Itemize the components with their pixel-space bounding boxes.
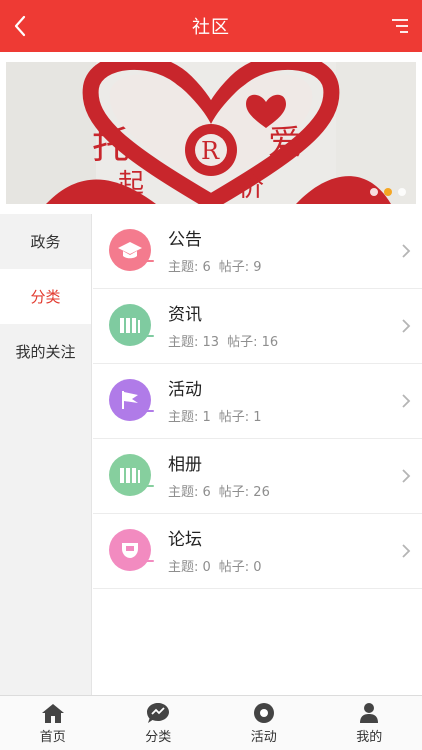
- carousel-dot[interactable]: [370, 188, 378, 196]
- bottom-tab-bar: 首页 分类 活动 我的: [0, 695, 422, 750]
- sidebar-item-fenlei[interactable]: 分类: [0, 269, 91, 324]
- tab-label: 首页: [39, 729, 66, 745]
- header-bar: 社区: [0, 0, 422, 52]
- banner-image[interactable]: R 托 爱 起 价: [6, 62, 416, 204]
- menu-icon: [392, 19, 408, 33]
- tab-home[interactable]: 首页: [0, 696, 106, 750]
- category-stats: 主题: 1 帖子: 1: [168, 410, 262, 425]
- cup-icon: [122, 543, 138, 558]
- tab-activity[interactable]: 活动: [211, 696, 317, 750]
- category-icon: [109, 229, 155, 275]
- tab-label: 分类: [145, 729, 172, 745]
- back-button[interactable]: [6, 12, 34, 40]
- page-title: 社区: [192, 17, 230, 38]
- tab-mine[interactable]: 我的: [317, 696, 422, 750]
- category-row-announcement[interactable]: 公告 主题: 6 帖子: 9: [93, 214, 422, 289]
- category-name: 公告: [168, 230, 202, 250]
- category-stats: 主题: 6 帖子: 26: [168, 485, 270, 500]
- category-icon: [109, 379, 155, 425]
- papercut-heart-image: R 托 爱 起 价: [6, 62, 416, 204]
- sidebar-item-zhengwu[interactable]: 政务: [0, 214, 91, 269]
- svg-text:价: 价: [238, 173, 264, 203]
- carousel-dot-active[interactable]: [384, 188, 392, 196]
- books-icon: [120, 468, 140, 483]
- person-icon: [360, 702, 379, 723]
- books-icon: [120, 318, 140, 333]
- category-row-forum[interactable]: 论坛 主题: 0 帖子: 0: [93, 514, 422, 589]
- category-name: 论坛: [168, 530, 202, 550]
- flag-icon: [122, 391, 138, 409]
- category-icon: [109, 529, 155, 575]
- category-icon: [109, 454, 155, 500]
- carousel-dots: [370, 188, 406, 196]
- tab-label: 活动: [250, 729, 277, 745]
- svg-text:爱: 爱: [268, 123, 302, 163]
- svg-text:R: R: [201, 137, 220, 165]
- banner-carousel[interactable]: R 托 爱 起 价: [0, 52, 422, 214]
- category-row-album[interactable]: 相册 主题: 6 帖子: 26: [93, 439, 422, 514]
- category-name: 资讯: [168, 305, 202, 325]
- category-name: 相册: [168, 455, 202, 475]
- chevron-right-icon: [402, 469, 411, 483]
- category-icon: [109, 304, 155, 350]
- category-stats: 主题: 6 帖子: 9: [168, 260, 262, 275]
- tab-label: 我的: [356, 729, 383, 745]
- graduation-cap-icon: [118, 242, 142, 259]
- chevron-right-icon: [402, 319, 411, 333]
- category-name: 活动: [168, 380, 202, 400]
- carousel-dot[interactable]: [398, 188, 406, 196]
- target-icon: [253, 702, 274, 723]
- sidebar: 政务 分类 我的关注: [0, 214, 92, 695]
- chevron-right-icon: [402, 244, 411, 258]
- chevron-left-icon: [14, 15, 26, 37]
- tab-category[interactable]: 分类: [106, 696, 212, 750]
- category-stats: 主题: 0 帖子: 0: [168, 560, 262, 575]
- home-icon: [41, 703, 64, 723]
- category-stats: 主题: 13 帖子: 16: [168, 335, 279, 350]
- svg-text:托: 托: [92, 123, 130, 167]
- sidebar-item-my-follows[interactable]: 我的关注: [0, 324, 91, 379]
- category-row-news[interactable]: 资讯 主题: 13 帖子: 16: [93, 289, 422, 364]
- chevron-right-icon: [402, 544, 411, 558]
- category-list: 公告 主题: 6 帖子: 9 资讯 主题: 13 帖子: 16 活动 主题: 1 帖子…: [93, 214, 422, 695]
- menu-button[interactable]: [386, 12, 414, 40]
- chevron-right-icon: [402, 394, 411, 408]
- chat-icon: [147, 702, 170, 723]
- category-row-activity[interactable]: 活动 主题: 1 帖子: 1: [93, 364, 422, 439]
